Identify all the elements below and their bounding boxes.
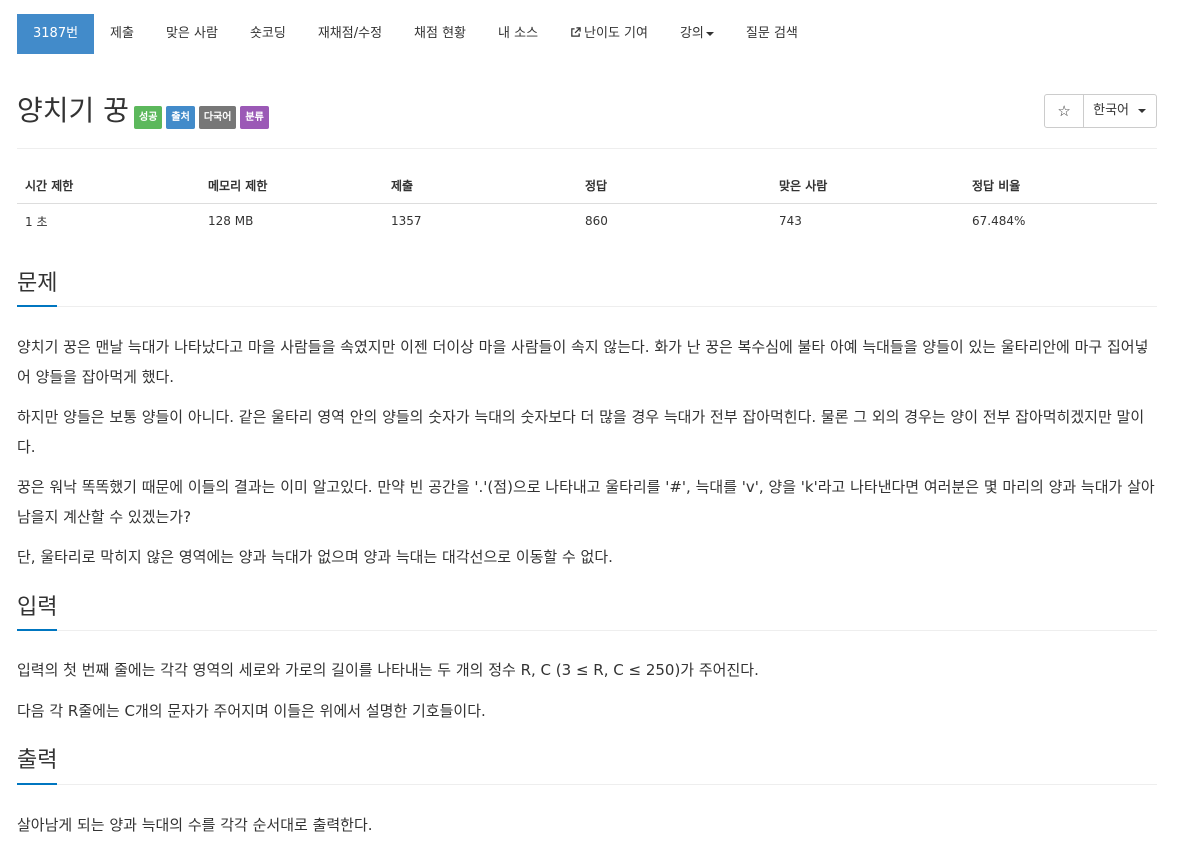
favorite-button[interactable]: ☆: [1044, 94, 1085, 128]
nav-difficulty-label: 난이도 기여: [584, 26, 648, 41]
nav-lecture-dropdown[interactable]: 강의: [664, 14, 730, 54]
nav-my-source[interactable]: 내 소스: [482, 14, 554, 54]
section-underline-description: [17, 305, 57, 307]
description-paragraph-3: 꿍은 워낙 똑똑했기 때문에 이들의 결과는 이미 알고있다. 만약 빈 공간을…: [17, 478, 1155, 526]
nav-status[interactable]: 채점 현황: [398, 14, 482, 54]
label-multilang[interactable]: 다국어: [198, 106, 237, 129]
nav-solved-users[interactable]: 맞은 사람: [150, 14, 234, 54]
input-paragraph-2: 다음 각 R줄에는 C개의 문자가 주어지며 이들은 위에서 설명한 기호들이다…: [17, 702, 486, 720]
memory-limit-value: 128 MB: [208, 214, 254, 229]
language-label: 한국어: [1093, 103, 1129, 118]
header-time-limit: 시간 제한: [17, 168, 200, 204]
description-paragraph-2: 하지만 양들은 보통 양들이 아니다. 같은 울타리 영역 안의 양들의 숫자가…: [17, 408, 1145, 456]
header-memory-limit: 메모리 제한: [200, 168, 383, 204]
submissions-value: 1357: [391, 214, 422, 229]
section-title-description: 문제: [17, 271, 58, 296]
label-success[interactable]: 성공: [134, 106, 163, 129]
problem-nav: 3187번 제출 맞은 사람 숏코딩 재채점/수정 채점 현황 내 소스 난이도…: [17, 14, 814, 54]
section-title-input: 입력: [17, 595, 58, 620]
external-link-icon: [571, 27, 581, 37]
section-rule-output: [17, 784, 1157, 785]
section-underline-input: [17, 629, 57, 631]
star-icon: ☆: [1057, 102, 1071, 120]
table-header-row: 시간 제한 메모리 제한 제출 정답 맞은 사람 정답 비율: [17, 168, 1157, 204]
problem-info-table: 시간 제한 메모리 제한 제출 정답 맞은 사람 정답 비율 1 초 128 M…: [17, 168, 1157, 239]
section-title-output: 출력: [17, 748, 58, 773]
input-paragraph-1: 입력의 첫 번째 줄에는 각각 영역의 세로와 가로의 길이를 나타내는 두 개…: [17, 661, 759, 679]
nav-short-coding[interactable]: 숏코딩: [234, 14, 302, 54]
section-underline-output: [17, 783, 57, 785]
nav-lecture-label: 강의: [679, 26, 704, 41]
ratio-value: 67.484%: [972, 214, 1026, 229]
section-rule-description: [17, 306, 1157, 307]
language-dropdown[interactable]: 한국어: [1084, 94, 1157, 128]
solved-users-value: 743: [779, 214, 802, 229]
description-paragraph-4: 단, 울타리로 막히지 않은 영역에는 양과 늑대가 없으며 양과 늑대는 대각…: [17, 548, 613, 566]
nav-submit[interactable]: 제출: [94, 14, 150, 54]
caret-down-icon: [1138, 108, 1146, 113]
nav-question-search[interactable]: 질문 검색: [730, 14, 814, 54]
label-source[interactable]: 출처: [166, 106, 195, 129]
accepted-value: 860: [585, 214, 608, 229]
header-solved-users: 맞은 사람: [771, 168, 964, 204]
problem-header: 양치기 꿍 성공 출처 다국어 분류 ☆ 한국어: [17, 92, 1157, 132]
header-divider: [17, 148, 1157, 149]
label-category[interactable]: 분류: [240, 106, 269, 129]
problem-actions: ☆ 한국어: [1044, 94, 1157, 128]
table-row: 1 초 128 MB 1357 860 743 67.484%: [17, 203, 1157, 239]
caret-down-icon: [705, 31, 714, 36]
section-rule-input: [17, 630, 1157, 631]
problem-labels: 성공 출처 다국어 분류: [134, 106, 269, 129]
output-paragraph-1: 살아남게 되는 양과 늑대의 수를 각각 순서대로 출력한다.: [17, 816, 373, 834]
header-accepted: 정답: [577, 168, 771, 204]
description-paragraph-1: 양치기 꿍은 맨날 늑대가 나타났다고 마을 사람들을 속였지만 이젠 더이상 …: [17, 338, 1149, 386]
nav-rejudge[interactable]: 재채점/수정: [302, 14, 398, 54]
header-ratio: 정답 비율: [964, 168, 1157, 204]
problem-title: 양치기 꿍: [17, 94, 129, 127]
nav-difficulty[interactable]: 난이도 기여: [554, 14, 664, 54]
time-limit-value: 1 초: [25, 214, 48, 229]
nav-problem-number[interactable]: 3187번: [17, 14, 95, 54]
header-submissions: 제출: [383, 168, 577, 204]
